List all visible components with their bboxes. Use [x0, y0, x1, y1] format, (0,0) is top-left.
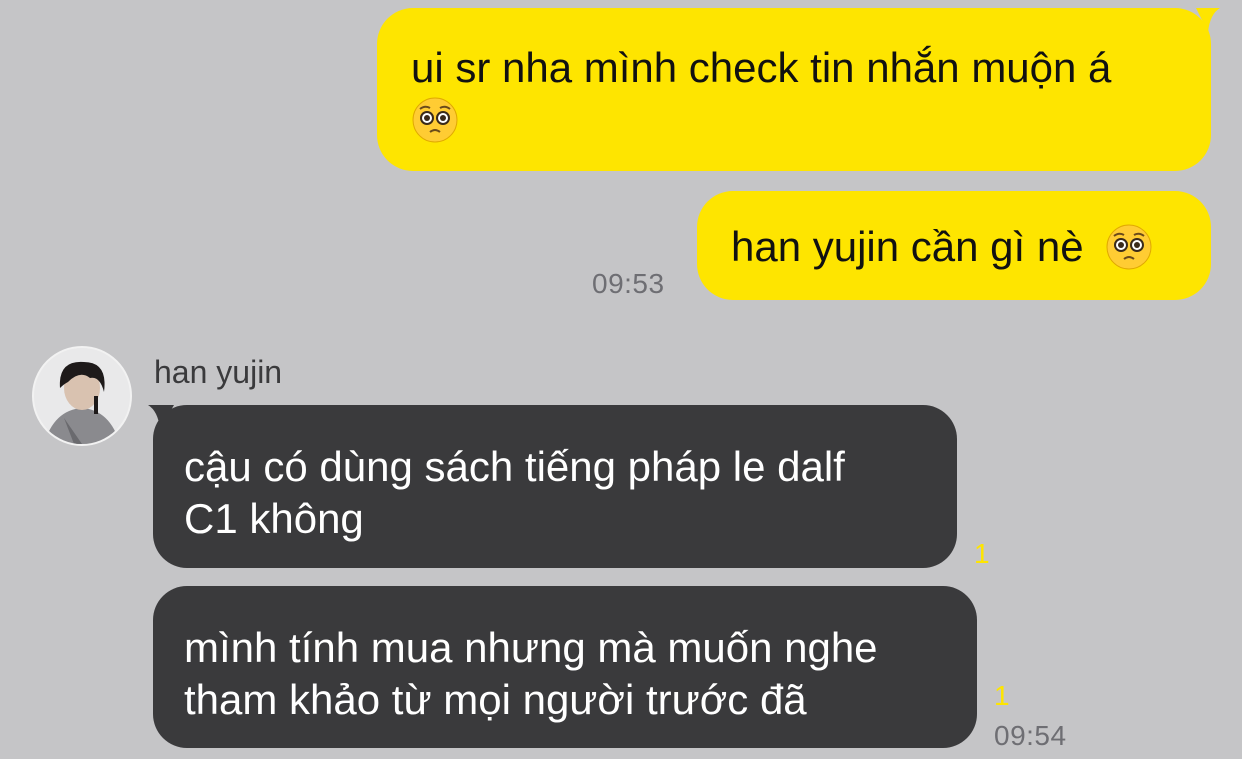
message-text: C1 không [184, 495, 364, 542]
message-text: ui sr nha mình check tin nhắn muộn á [411, 44, 1112, 91]
message-timestamp: 09:54 [994, 720, 1067, 751]
message-text: tham khảo từ mọi người trước đã [184, 676, 807, 723]
profile-photo [34, 348, 130, 444]
outgoing-message-bubble[interactable]: ui sr nha mình check tin nhắn muộn á [377, 8, 1211, 171]
sender-name: han yujin [154, 354, 283, 390]
bubble-tail [1196, 8, 1220, 32]
pleading-face-icon [412, 97, 458, 143]
message-text: han yujin cần gì nè [731, 223, 1084, 270]
message-text: mình tính mua nhưng mà muốn nghe [184, 624, 878, 671]
avatar[interactable] [32, 346, 132, 446]
message-text: cậu có dùng sách tiếng pháp le dalf [184, 443, 845, 490]
outgoing-message-bubble[interactable]: han yujin cần gì nè [697, 191, 1211, 300]
message-text-line: han yujin cần gì nè [731, 221, 1211, 273]
incoming-message-bubble[interactable]: mình tính mua nhưng mà muốn nghe tham kh… [153, 586, 977, 748]
message-timestamp: 09:53 [592, 268, 665, 299]
bubble-tail [148, 405, 174, 429]
unread-count: 1 [994, 680, 1010, 711]
message-emoji-line [411, 94, 1211, 146]
incoming-message-bubble[interactable]: cậu có dùng sách tiếng pháp le dalf C1 k… [153, 405, 957, 568]
pleading-face-icon [1106, 224, 1152, 270]
unread-count: 1 [974, 538, 990, 569]
